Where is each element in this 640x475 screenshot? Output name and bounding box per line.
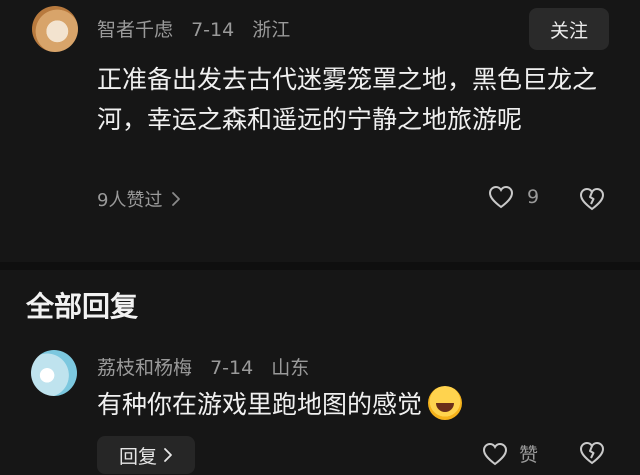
commenter-avatar[interactable] xyxy=(32,6,78,52)
likers-link[interactable]: 9人赞过 xyxy=(97,186,182,212)
reply-location: 山东 xyxy=(271,357,310,379)
comment-date: 7-14 xyxy=(191,19,235,41)
reply-like-group[interactable]: 赞 xyxy=(481,440,538,467)
chevron-right-icon xyxy=(163,447,173,463)
broken-heart-icon[interactable] xyxy=(578,440,606,466)
comment-like-group[interactable]: 9 xyxy=(487,184,539,210)
follow-button[interactable]: 关注 xyxy=(529,8,609,50)
reply-button[interactable]: 回复 xyxy=(97,436,195,474)
reply-username[interactable]: 荔枝和杨梅 xyxy=(97,357,192,379)
chevron-right-icon xyxy=(170,190,182,208)
reply-text: 有种你在游戏里跑地图的感觉 xyxy=(97,390,423,419)
section-divider xyxy=(0,262,640,270)
replier-avatar[interactable] xyxy=(31,350,77,396)
heart-outline-icon[interactable] xyxy=(481,441,509,467)
comment-location: 浙江 xyxy=(252,19,291,41)
reply-text-row: 有种你在游戏里跑地图的感觉 xyxy=(97,385,463,421)
reply-button-label: 回复 xyxy=(118,445,157,468)
comment-meta: 智者千虑 7-14 浙江 xyxy=(97,15,302,42)
reply-like-label: 赞 xyxy=(519,444,539,466)
section-title: 全部回复 xyxy=(26,290,139,323)
comment-username[interactable]: 智者千虑 xyxy=(97,19,173,41)
reply-date: 7-14 xyxy=(210,357,254,379)
comment-like-count: 9 xyxy=(527,186,540,208)
likers-label: 9人赞过 xyxy=(97,190,163,211)
comment-text: 正准备出发去古代迷雾笼罩之地，黑色巨龙之河，幸运之森和遥远的宁静之地旅游呢 xyxy=(97,65,598,134)
reply-meta: 荔枝和杨梅 7-14 山东 xyxy=(97,353,321,380)
heart-outline-icon[interactable] xyxy=(487,184,515,210)
broken-heart-icon[interactable] xyxy=(578,186,606,212)
laughing-tears-emoji-icon xyxy=(428,386,463,420)
